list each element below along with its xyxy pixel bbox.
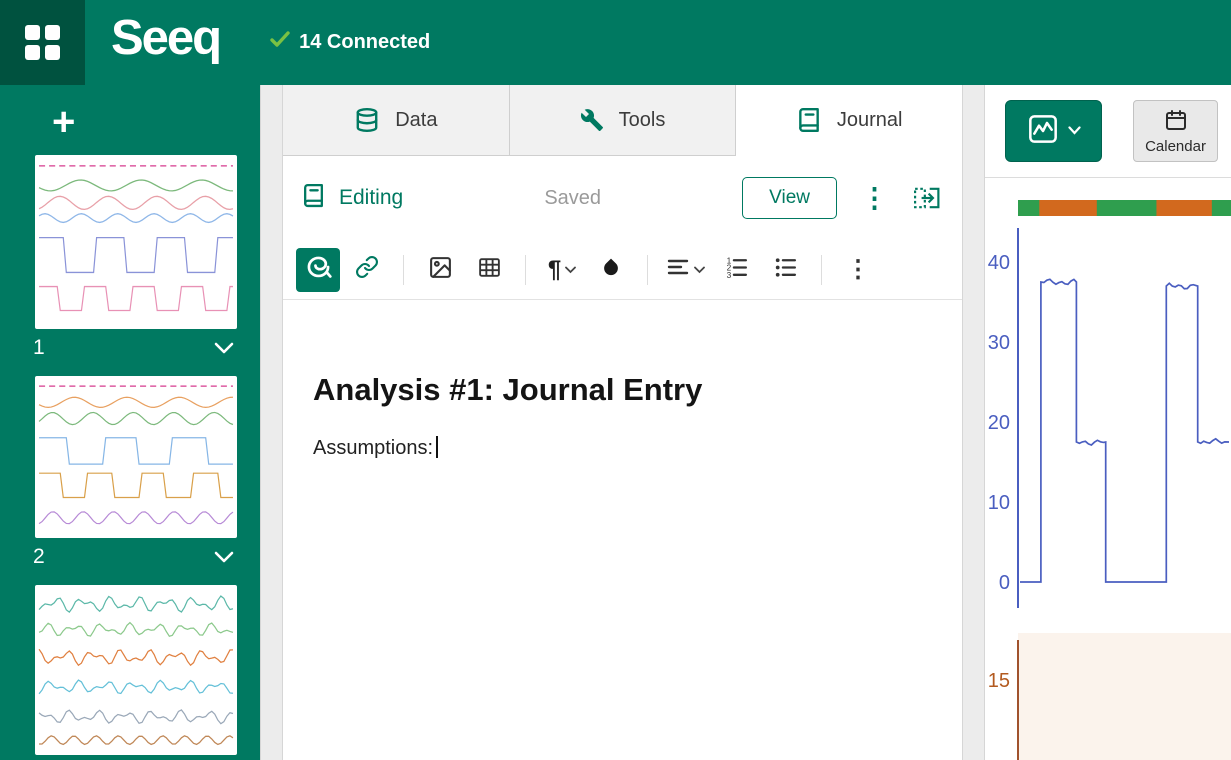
chevron-down-icon <box>565 261 576 279</box>
journal-book-icon <box>301 183 326 214</box>
worksheet-preview-image-2 <box>35 376 237 538</box>
svg-text:3: 3 <box>726 269 731 279</box>
calendar-label: Calendar <box>1145 138 1206 155</box>
view-button[interactable]: View <box>742 177 837 219</box>
toolbar-separator <box>525 255 526 285</box>
paragraph-icon: ¶ <box>548 258 561 282</box>
panel-tabs: Data Tools Journal <box>283 85 962 156</box>
chevron-down-icon <box>1068 122 1081 140</box>
editor-toolbar: ¶ <box>283 240 962 300</box>
toolbar-separator <box>821 255 822 285</box>
journal-editor[interactable]: Analysis #1: Journal Entry Assumptions: <box>283 300 962 760</box>
worksheet-thumbnail-1[interactable] <box>35 155 237 329</box>
tab-journal[interactable]: Journal <box>736 85 962 156</box>
worksheet-row-2: 2 <box>33 543 234 571</box>
journal-body: Assumptions: <box>313 436 932 460</box>
tab-label: Tools <box>619 109 666 132</box>
svg-text:10: 10 <box>988 492 1010 514</box>
worksheet-label: 1 <box>33 336 45 360</box>
calendar-button[interactable]: Calendar <box>1133 100 1218 162</box>
tab-label: Data <box>395 109 437 132</box>
seeq-annotate-button[interactable] <box>296 248 340 292</box>
text-color-button[interactable] <box>589 248 633 292</box>
svg-text:15: 15 <box>988 670 1010 692</box>
svg-text:0: 0 <box>999 572 1010 594</box>
insert-image-button[interactable] <box>418 248 462 292</box>
tab-label: Journal <box>837 109 903 132</box>
worksheet-label: 2 <box>33 545 45 569</box>
paragraph-style-button[interactable]: ¶ <box>540 248 584 292</box>
toolbar-separator <box>403 255 404 285</box>
database-icon <box>354 107 380 133</box>
open-presentation-icon[interactable] <box>912 185 942 211</box>
table-icon <box>477 255 502 285</box>
trend-view-button[interactable] <box>1005 100 1102 162</box>
toolbar-separator <box>647 255 648 285</box>
bullet-list-icon <box>773 255 798 285</box>
trend-toolbar: Calendar <box>985 85 1231 178</box>
seeq-app: Seeq 14 Connected + 1 2 <box>0 0 1231 760</box>
trend-panel: Calendar 40 30 20 10 0 15 <box>985 85 1231 760</box>
insert-link-button[interactable] <box>345 248 389 292</box>
grid-icon <box>25 25 60 60</box>
overflow-menu-icon: ⋮ <box>846 258 870 282</box>
image-icon <box>428 255 453 285</box>
add-worksheet-button[interactable]: + <box>52 103 86 141</box>
worksheet-sidebar: + 1 2 <box>0 85 260 760</box>
saved-status: Saved <box>544 187 601 210</box>
connected-check-icon <box>270 31 290 54</box>
insert-table-button[interactable] <box>467 248 511 292</box>
worksheet-row-1: 1 <box>33 334 234 362</box>
svg-text:20: 20 <box>988 412 1010 434</box>
worksheet-menu-chevron-icon[interactable] <box>214 551 234 563</box>
top-bar: Seeq 14 Connected <box>0 0 1231 85</box>
calendar-icon <box>1164 108 1188 136</box>
journal-title: Analysis #1: Journal Entry <box>313 372 932 408</box>
seeq-logo: Seeq <box>111 16 220 68</box>
right-panel-gutter <box>962 85 985 760</box>
connection-status[interactable]: 14 Connected <box>270 31 430 54</box>
wrench-icon <box>580 108 604 132</box>
connected-label: 14 Connected <box>299 31 430 54</box>
droplet-icon <box>600 256 622 283</box>
worksheet-preview-image-1 <box>35 155 237 329</box>
svg-text:30: 30 <box>988 332 1010 354</box>
worksheet-preview-image-3 <box>35 585 237 755</box>
app-grid-button[interactable] <box>0 0 85 85</box>
tab-data[interactable]: Data <box>283 85 510 155</box>
align-left-icon <box>666 255 690 284</box>
text-cursor <box>436 436 438 458</box>
tab-tools[interactable]: Tools <box>510 85 737 155</box>
seeq-swoosh-icon <box>305 254 332 286</box>
journal-status-bar: Editing Saved View ⋮ <box>283 156 962 240</box>
editing-mode-indicator: Editing <box>301 183 403 214</box>
journal-panel: Data Tools Journal <box>283 85 962 760</box>
numbered-list-icon: 123 <box>724 255 749 285</box>
worksheet-thumbnail-3[interactable] <box>35 585 237 755</box>
trend-chart-svg: 40 30 20 10 0 15 <box>985 178 1231 760</box>
worksheet-menu-chevron-icon[interactable] <box>214 342 234 354</box>
toolbar-overflow-button[interactable]: ⋮ <box>836 248 880 292</box>
worksheet-thumbnail-2[interactable] <box>35 376 237 538</box>
line-chart-icon <box>1027 113 1059 150</box>
journal-overflow-menu-icon[interactable]: ⋮ <box>861 185 888 212</box>
svg-text:40: 40 <box>988 252 1010 274</box>
align-button[interactable] <box>662 248 709 292</box>
trend-chart[interactable]: 40 30 20 10 0 15 <box>985 178 1231 760</box>
editing-label: Editing <box>339 186 403 210</box>
chevron-down-icon <box>694 261 705 279</box>
left-panel-gutter <box>260 85 283 760</box>
ordered-list-button[interactable]: 123 <box>714 248 758 292</box>
journal-book-icon <box>796 107 822 133</box>
bullet-list-button[interactable] <box>763 248 807 292</box>
link-icon <box>355 255 379 284</box>
